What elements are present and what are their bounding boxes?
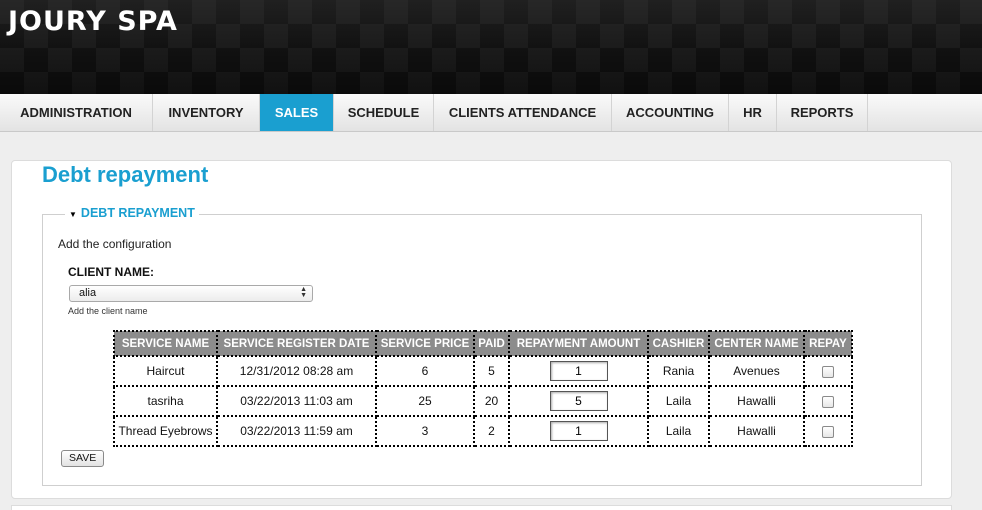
repay-checkbox[interactable] — [822, 425, 834, 438]
cell-amount — [508, 385, 649, 417]
cell-date: 03/22/2013 11:03 am — [216, 385, 377, 417]
client-name-value: alia — [79, 287, 97, 299]
cell-repay — [803, 355, 853, 387]
footer-panel-edge — [11, 505, 952, 510]
col-service-price: SERVICE PRICE — [375, 330, 475, 357]
nav-item-clients-attendance[interactable]: CLIENTS ATTENDANCE — [434, 94, 612, 131]
table-row: Thread Eyebrows 03/22/2013 11:59 am 3 2 … — [113, 415, 853, 447]
cell-cashier: Rania — [647, 355, 710, 387]
col-cashier: CASHIER — [647, 330, 710, 357]
cell-cashier: Laila — [647, 415, 710, 447]
cell-paid: 5 — [473, 355, 510, 387]
cell-price: 25 — [375, 385, 475, 417]
triangle-down-icon: ▼ — [69, 209, 77, 219]
cell-paid: 2 — [473, 415, 510, 447]
site-logo[interactable]: JOURY SPA — [8, 6, 178, 37]
col-service-register-date: SERVICE REGISTER DATE — [216, 330, 377, 357]
cell-service: tasriha — [113, 385, 218, 417]
cell-price: 6 — [375, 355, 475, 387]
repayment-amount-input[interactable] — [549, 361, 608, 381]
cell-paid: 20 — [473, 385, 510, 417]
repay-checkbox[interactable] — [822, 365, 834, 378]
save-button[interactable]: SAVE — [61, 450, 105, 467]
cell-center: Hawalli — [708, 385, 805, 417]
section-toggle[interactable]: ▼ DEBT REPAYMENT — [65, 206, 199, 220]
cell-cashier: Laila — [647, 385, 710, 417]
cell-center: Avenues — [708, 355, 805, 387]
cell-amount — [508, 415, 649, 447]
select-arrows-icon: ▲ ▼ — [300, 286, 307, 299]
nav-item-schedule[interactable]: SCHEDULE — [334, 94, 434, 131]
repayment-amount-input[interactable] — [549, 391, 608, 411]
col-center-name: CENTER NAME — [708, 330, 805, 357]
nav-item-inventory[interactable]: INVENTORY — [153, 94, 260, 131]
section-description: Add the configuration — [58, 237, 172, 251]
nav-item-hr[interactable]: HR — [729, 94, 777, 131]
table-header-row: SERVICE NAME SERVICE REGISTER DATE SERVI… — [113, 330, 853, 357]
nav-item-sales[interactable]: SALES — [260, 94, 334, 131]
page-title: Debt repayment — [42, 162, 209, 187]
cell-center: Hawalli — [708, 415, 805, 447]
client-name-hint: Add the client name — [68, 306, 148, 316]
repayment-amount-input[interactable] — [549, 421, 608, 441]
cell-repay — [803, 415, 853, 447]
cell-price: 3 — [375, 415, 475, 447]
cell-date: 12/31/2012 08:28 am — [216, 355, 377, 387]
nav-item-administration[interactable]: ADMINISTRATION — [0, 94, 153, 131]
col-service-name: SERVICE NAME — [113, 330, 218, 357]
cell-service: Haircut — [113, 355, 218, 387]
col-repayment-amount: REPAYMENT AMOUNT — [508, 330, 649, 357]
table-row: Haircut 12/31/2012 08:28 am 6 5 Rania Av… — [113, 355, 853, 387]
nav-item-reports[interactable]: REPORTS — [777, 94, 868, 131]
main-nav: ADMINISTRATION INVENTORY SALES SCHEDULE … — [0, 94, 982, 132]
site-header: JOURY SPA — [0, 0, 982, 94]
nav-item-accounting[interactable]: ACCOUNTING — [612, 94, 729, 131]
section-title: DEBT REPAYMENT — [80, 206, 195, 220]
client-name-select[interactable]: alia ▲ ▼ — [69, 285, 313, 302]
col-repay: REPAY — [803, 330, 853, 357]
client-name-label: CLIENT NAME: — [68, 265, 154, 279]
table-row: tasriha 03/22/2013 11:03 am 25 20 Laila … — [113, 385, 853, 417]
cell-repay — [803, 385, 853, 417]
repay-checkbox[interactable] — [822, 395, 834, 408]
col-paid: PAID — [473, 330, 510, 357]
cell-service: Thread Eyebrows — [113, 415, 218, 447]
services-table: SERVICE NAME SERVICE REGISTER DATE SERVI… — [113, 330, 853, 447]
cell-amount — [508, 355, 649, 387]
cell-date: 03/22/2013 11:59 am — [216, 415, 377, 447]
